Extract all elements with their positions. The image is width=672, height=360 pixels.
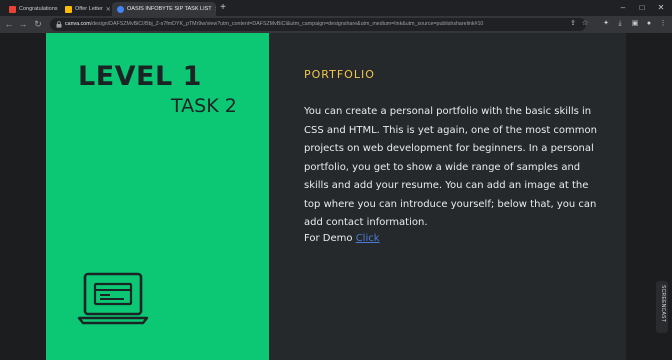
profile-avatar[interactable]: ●: [644, 19, 654, 29]
screencast-badge[interactable]: SCREENCAST: [656, 281, 668, 333]
tab-strip: Congratulations ✕ Offer Letter ✕ OASIS I…: [0, 0, 672, 16]
new-tab-button[interactable]: +: [217, 2, 229, 14]
description-text: You can create a personal portfolio with…: [304, 106, 597, 228]
forward-icon[interactable]: →: [17, 18, 29, 30]
maximize-button[interactable]: □: [634, 2, 650, 14]
presentation-slide: LEVEL 1 TASK 2 PORTFOLIO You can create …: [46, 33, 626, 360]
reload-icon[interactable]: ↻: [32, 18, 44, 30]
slide-left-panel: LEVEL 1 TASK 2: [46, 33, 269, 360]
address-bar[interactable]: canva.com/design/DAFSZMvBiCI/Bbj_Z-s7fmD…: [50, 18, 586, 31]
demo-line: For Demo Click: [304, 230, 380, 249]
laptop-icon: [77, 272, 149, 325]
gmail-icon: [9, 5, 16, 13]
page-viewport: LEVEL 1 TASK 2 PORTFOLIO You can create …: [0, 33, 672, 360]
document-icon: [65, 5, 72, 13]
tab-congratulations[interactable]: Congratulations ✕: [4, 2, 60, 16]
menu-icon[interactable]: ⋮: [658, 19, 668, 29]
url-text: canva.com/design/DAFSZMvBiCI/Bbj_Z-s7fmD…: [65, 18, 565, 31]
url-domain: canva.com: [65, 21, 91, 27]
browser-toolbar: ← → ↻ canva.com/design/DAFSZMvBiCI/Bbj_Z…: [0, 16, 672, 33]
close-icon[interactable]: ✕: [212, 6, 216, 13]
lock-icon: [56, 21, 62, 28]
tab-offer-letter[interactable]: Offer Letter ✕: [60, 2, 112, 16]
window-close-button[interactable]: ✕: [653, 2, 669, 14]
extensions-icon[interactable]: ✦: [601, 19, 611, 29]
task-title: TASK 2: [171, 95, 237, 117]
tab-label: Offer Letter: [75, 6, 103, 12]
back-icon[interactable]: ←: [3, 18, 15, 30]
screencast-label: SCREENCAST: [660, 285, 666, 323]
tab-label: Congratulations: [19, 6, 58, 12]
demo-label: For Demo: [304, 233, 353, 244]
minimize-button[interactable]: –: [615, 2, 631, 14]
canva-icon: [117, 5, 124, 13]
tab-label: OASIS INFOBYTE SIP TASK LIST: [127, 6, 212, 12]
sidebar-icon[interactable]: ▣: [630, 19, 640, 29]
download-icon[interactable]: ⤓: [615, 19, 625, 29]
bookmark-star-icon[interactable]: ☆: [580, 19, 590, 29]
tab-oasis-task-list[interactable]: OASIS INFOBYTE SIP TASK LIST ✕: [112, 2, 216, 16]
demo-link[interactable]: Click: [356, 233, 380, 244]
level-title: LEVEL 1: [78, 61, 202, 92]
url-path: /design/DAFSZMvBiCI/Bbj_Z-s7fmDYK_pTMr9w…: [90, 21, 484, 27]
section-heading: PORTFOLIO: [304, 68, 375, 81]
share-icon[interactable]: ⇪: [568, 19, 578, 29]
close-icon[interactable]: ✕: [103, 6, 111, 13]
